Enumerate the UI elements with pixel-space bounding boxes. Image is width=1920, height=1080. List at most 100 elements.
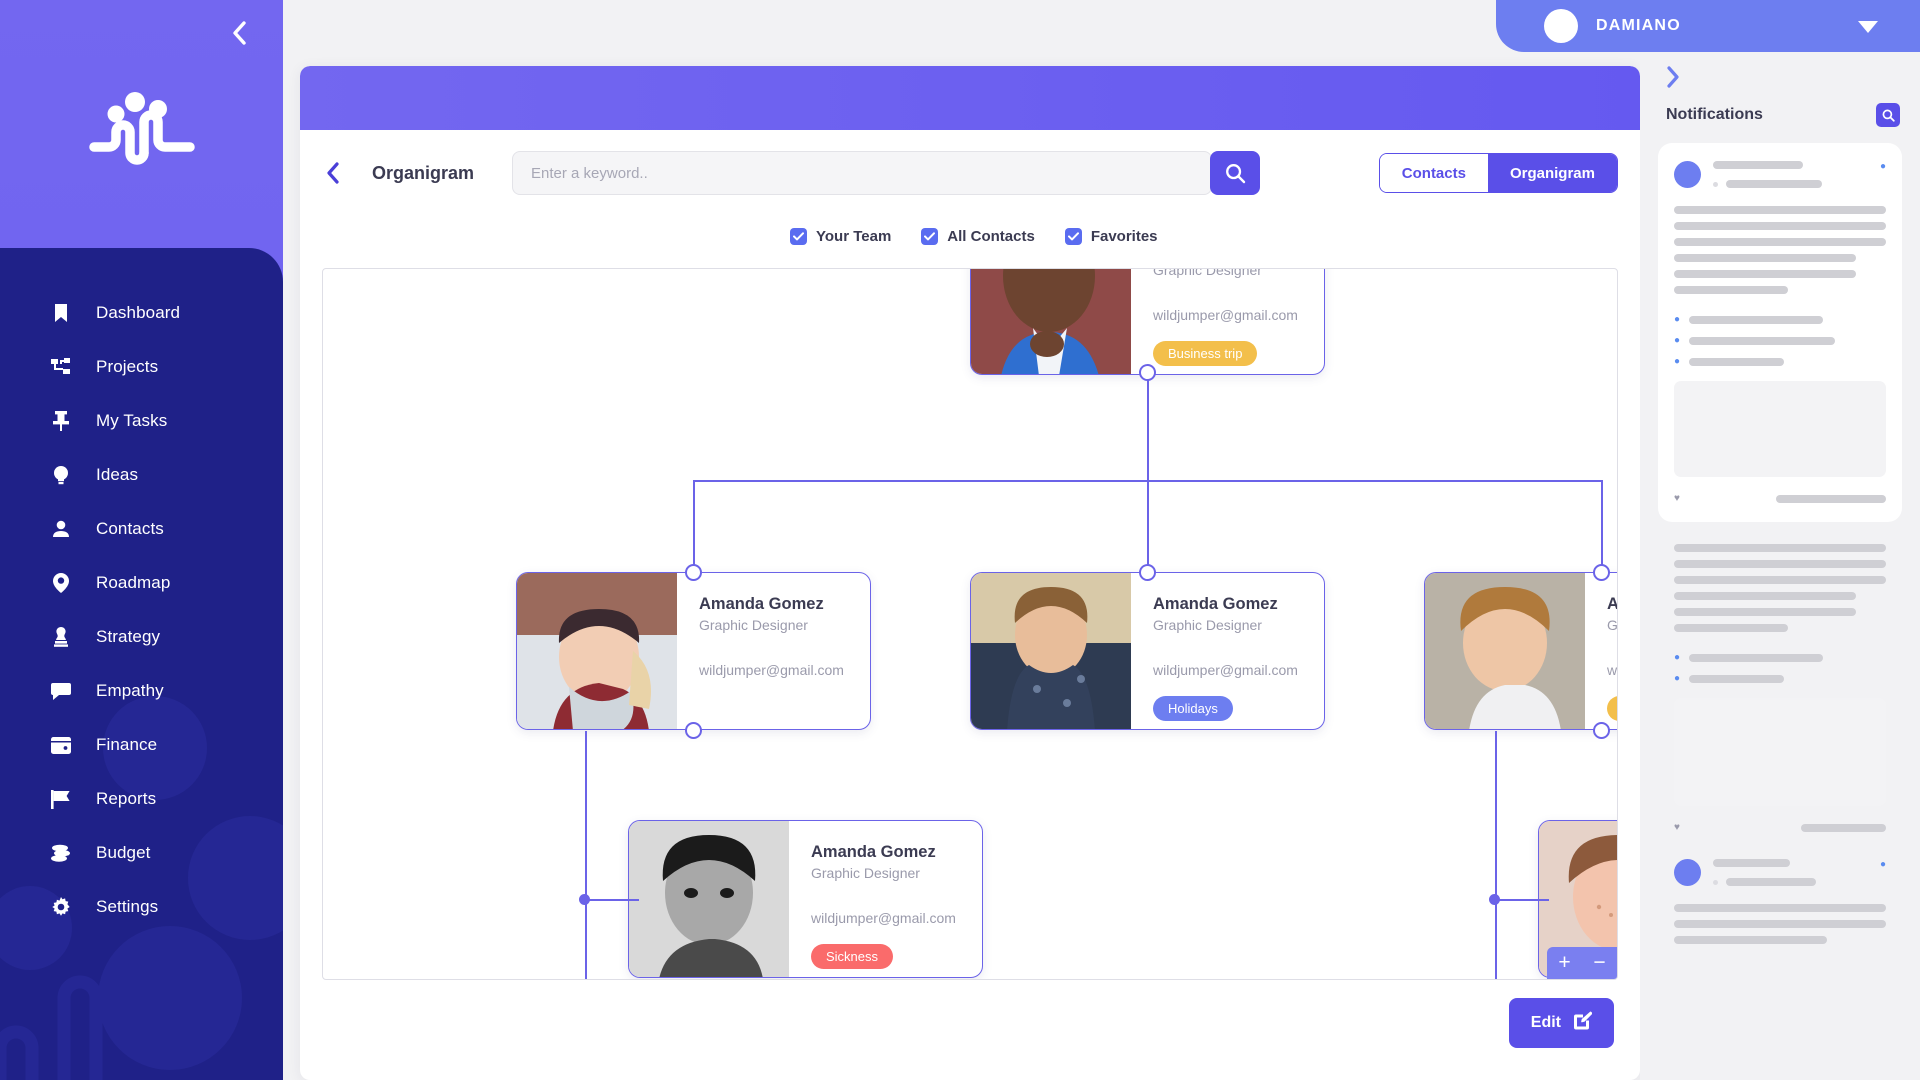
sidebar-item-finance[interactable]: Finance	[0, 718, 283, 772]
sidebar-item-label: My Tasks	[96, 411, 168, 430]
notifications-expand-button[interactable]	[1658, 52, 1902, 99]
contact-details: Amanda Gomez Graphic Designer wildjumper…	[789, 821, 982, 977]
org-node-card[interactable]: Amanda Gomez Graphic Designer wildjumper…	[1424, 572, 1618, 730]
filter-your-team[interactable]: Your Team	[790, 227, 892, 245]
notification-item[interactable]: ● ● ● ● ♥	[1658, 143, 1902, 522]
search-icon	[1882, 109, 1895, 122]
twitter-bird-icon: ●	[1879, 859, 1886, 870]
contact-details: Amanda Gomez Graphic Designer wildjumper…	[1131, 573, 1324, 729]
map-pin-icon	[48, 573, 74, 593]
org-node-card[interactable]: Amanda Gomez Graphic Designer wildjumper…	[970, 572, 1325, 730]
filter-row: Your Team All Contacts Favorites	[300, 216, 1640, 256]
node-connector-dot[interactable]	[1593, 722, 1610, 739]
status-badge: Holidays	[1607, 696, 1617, 721]
org-node-card[interactable]: Amanda Gomez Graphic Designer wildjumper…	[516, 572, 871, 730]
contact-name: Amanda Gomez	[1607, 595, 1618, 613]
organigram-canvas[interactable]: Amanda Gomez Graphic Designer wildjumper…	[322, 268, 1618, 980]
avatar	[1674, 161, 1701, 188]
edit-button[interactable]: Edit	[1508, 998, 1614, 1048]
sidebar-collapse-button[interactable]	[221, 16, 255, 50]
topbar: DAMIANO	[283, 0, 1920, 52]
sidebar-item-list: Dashboard Projects My Tasks Ideas Contac…	[0, 248, 283, 934]
sidebar-item-label: Empathy	[96, 681, 164, 700]
sidebar-item-label: Reports	[96, 789, 157, 808]
contact-role: Graphic Designer	[1607, 617, 1618, 633]
connector-child3-down	[1495, 731, 1497, 979]
sidebar-item-my-tasks[interactable]: My Tasks	[0, 394, 283, 448]
sidebar-item-label: Settings	[96, 897, 159, 916]
filter-all-contacts[interactable]: All Contacts	[921, 227, 1035, 245]
checkbox-checked-icon[interactable]	[921, 227, 939, 245]
view-toggle: Contacts Organigram	[1378, 153, 1618, 193]
sidebar-item-projects[interactable]: Projects	[0, 340, 283, 394]
page-title: Organigram	[372, 162, 475, 183]
heart-icon[interactable]: ♥	[1674, 822, 1680, 833]
sidebar-item-budget[interactable]: Budget	[0, 826, 283, 880]
twitter-bird-icon: ●	[1879, 161, 1886, 172]
sidebar-item-dashboard[interactable]: Dashboard	[0, 286, 283, 340]
tab-organigram[interactable]: Organigram	[1487, 154, 1617, 192]
connector-child3-to-grandchild	[1495, 899, 1549, 901]
chevron-left-icon	[327, 162, 339, 184]
org-node-card[interactable]: Amanda Gomez Graphic Designer wildjumper…	[970, 269, 1325, 375]
back-button[interactable]	[312, 152, 354, 194]
sidebar-item-label: Budget	[96, 843, 151, 862]
gear-icon	[48, 897, 74, 917]
user-menu[interactable]: DAMIANO	[1496, 0, 1920, 52]
lightbulb-icon	[48, 465, 74, 485]
contact-email: wildjumper@gmail.com	[1153, 307, 1298, 323]
search-input[interactable]	[512, 151, 1213, 195]
search-icon	[1225, 163, 1245, 183]
sidebar: Dashboard Projects My Tasks Ideas Contac…	[0, 0, 283, 1080]
chat-bubble-icon	[48, 682, 74, 700]
tab-contacts[interactable]: Contacts	[1379, 154, 1488, 192]
zoom-controls: + −	[1547, 947, 1617, 979]
sidebar-item-reports[interactable]: Reports	[0, 772, 283, 826]
sidebar-item-ideas[interactable]: Ideas	[0, 448, 283, 502]
pin-icon	[48, 411, 74, 431]
zoom-out-button[interactable]: −	[1582, 947, 1617, 979]
status-badge: Holidays	[1153, 696, 1233, 721]
chess-piece-icon	[48, 627, 74, 647]
sidebar-nav: Dashboard Projects My Tasks Ideas Contac…	[0, 248, 283, 1080]
notification-image-placeholder	[1674, 698, 1886, 806]
org-node-card[interactable]: Amanda Gomez Graphic Designer wildjumper…	[628, 820, 983, 978]
status-badge: Sickness	[811, 944, 894, 969]
sidebar-item-roadmap[interactable]: Roadmap	[0, 556, 283, 610]
contact-photo	[629, 821, 789, 977]
notifications-search-button[interactable]	[1876, 103, 1900, 127]
contact-photo	[971, 269, 1131, 374]
zoom-in-button[interactable]: +	[1547, 947, 1582, 979]
app-logo	[0, 78, 283, 170]
pencil-square-icon	[1573, 1011, 1593, 1035]
contact-email: wildjumper@gmail.com	[699, 662, 844, 678]
status-badge: Business trip	[1153, 341, 1258, 366]
notifications-header: Notifications	[1658, 99, 1902, 143]
edit-row: Edit	[300, 980, 1640, 1048]
contact-photo	[971, 573, 1131, 729]
avatar	[1544, 9, 1578, 43]
sidebar-item-settings[interactable]: Settings	[0, 880, 283, 934]
people-waveform-logo	[88, 92, 195, 165]
chevron-right-icon	[1667, 66, 1679, 88]
filter-label: Your Team	[816, 227, 892, 245]
chevron-left-icon	[232, 21, 246, 45]
heart-icon[interactable]: ♥	[1674, 493, 1680, 504]
node-connector-dot[interactable]	[1139, 364, 1156, 381]
filter-label: Favorites	[1090, 227, 1158, 245]
checkbox-checked-icon[interactable]	[1064, 227, 1082, 245]
notification-item[interactable]: ● ● ♥ ●	[1658, 536, 1902, 944]
filter-favorites[interactable]: Favorites	[1064, 227, 1158, 245]
node-connector-dot[interactable]	[579, 894, 590, 905]
node-connector-dot[interactable]	[1593, 564, 1610, 581]
node-connector-dot[interactable]	[685, 722, 702, 739]
sidebar-item-empathy[interactable]: Empathy	[0, 664, 283, 718]
sidebar-item-strategy[interactable]: Strategy	[0, 610, 283, 664]
caret-down-icon[interactable]	[1858, 20, 1878, 38]
checkbox-checked-icon[interactable]	[790, 227, 807, 245]
node-connector-dot[interactable]	[1489, 894, 1500, 905]
sidebar-item-contacts[interactable]: Contacts	[0, 502, 283, 556]
node-connector-dot[interactable]	[685, 564, 702, 581]
node-connector-dot[interactable]	[1139, 564, 1156, 581]
search-button[interactable]	[1210, 151, 1261, 195]
